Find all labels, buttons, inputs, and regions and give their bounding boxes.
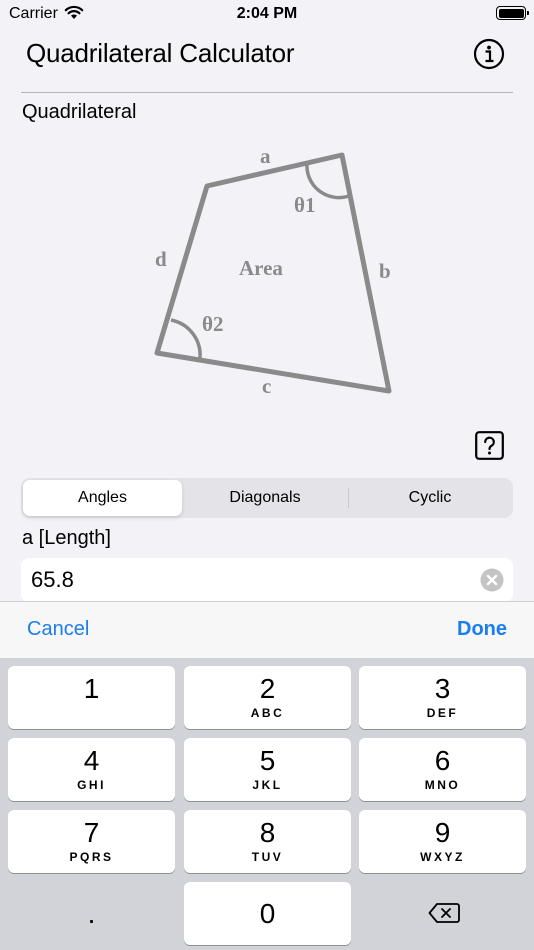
key-5[interactable]: 5 JKL [184, 738, 351, 801]
theta2-label: θ2 [202, 312, 223, 336]
quadrilateral-figure: a b c d Area θ1 θ2 [130, 140, 420, 410]
theta1-label: θ1 [294, 193, 315, 217]
theta2-arc [170, 318, 202, 359]
key-digit: 2 [259, 673, 276, 704]
key-1[interactable]: 1 [8, 666, 175, 729]
done-button[interactable]: Done [457, 618, 507, 641]
key-digit: 1 [83, 673, 100, 704]
cancel-button[interactable]: Cancel [27, 618, 89, 641]
status-bar: Carrier 2:04 PM [0, 0, 534, 28]
key-2[interactable]: 2 ABC [184, 666, 351, 729]
tab-diagonals[interactable]: Diagonals [182, 480, 348, 516]
key-9[interactable]: 9 WXYZ [359, 810, 526, 873]
keyboard-accessory-bar: Cancel Done [0, 601, 534, 658]
side-a-field-label: a [Length] [22, 527, 111, 549]
key-digit: 9 [434, 817, 451, 848]
key-digit: 0 [259, 898, 276, 929]
clock: 2:04 PM [236, 5, 298, 22]
key-letters: ABC [250, 706, 285, 720]
section-title: Quadrilateral [22, 101, 137, 123]
key-digit: 7 [83, 817, 100, 848]
page-title: Quadrilateral Calculator [26, 38, 295, 68]
question-icon[interactable] [475, 431, 504, 460]
key-3[interactable]: 3 DEF [359, 666, 526, 729]
side-d-label: d [155, 247, 167, 271]
key-digit: 3 [434, 673, 451, 704]
key-digit: 5 [259, 745, 276, 776]
key-letters: DEF [426, 706, 459, 720]
key-letters: MNO [424, 778, 461, 792]
backspace-icon [428, 902, 460, 929]
key-letters: TUV [251, 850, 284, 864]
key-letters: GHI [77, 778, 106, 792]
header-divider [21, 92, 513, 93]
clear-icon[interactable] [480, 568, 504, 592]
tab-angles[interactable]: Angles [23, 480, 182, 516]
tab-cyclic[interactable]: Cyclic [349, 480, 511, 516]
key-letters: JKL [252, 778, 283, 792]
key-delete[interactable] [359, 882, 526, 945]
key-digit: . [87, 898, 96, 929]
battery-icon [496, 6, 529, 20]
numeric-keypad: 1 2 ABC 3 DEF 4 GHI 5 JKL 6 MNO 7 PQRS 8… [0, 658, 534, 950]
key-digit: 8 [259, 817, 276, 848]
key-letters: WXYZ [420, 850, 465, 864]
key-decimal[interactable]: . [8, 882, 175, 945]
area-label: Area [239, 256, 283, 280]
side-a-input[interactable]: 65.8 [21, 558, 513, 602]
side-b-label: b [379, 259, 391, 283]
key-0[interactable]: 0 [184, 882, 351, 945]
key-6[interactable]: 6 MNO [359, 738, 526, 801]
side-c-label: c [262, 374, 271, 398]
key-4[interactable]: 4 GHI [8, 738, 175, 801]
mode-segmented-control: Angles Diagonals Cyclic [21, 478, 513, 518]
key-7[interactable]: 7 PQRS [8, 810, 175, 873]
key-8[interactable]: 8 TUV [184, 810, 351, 873]
side-a-input-value: 65.8 [31, 567, 74, 592]
key-digit: 4 [83, 745, 100, 776]
info-icon[interactable] [473, 38, 505, 70]
side-a-label: a [260, 144, 271, 168]
key-letters: PQRS [69, 850, 114, 864]
key-digit: 6 [434, 745, 451, 776]
